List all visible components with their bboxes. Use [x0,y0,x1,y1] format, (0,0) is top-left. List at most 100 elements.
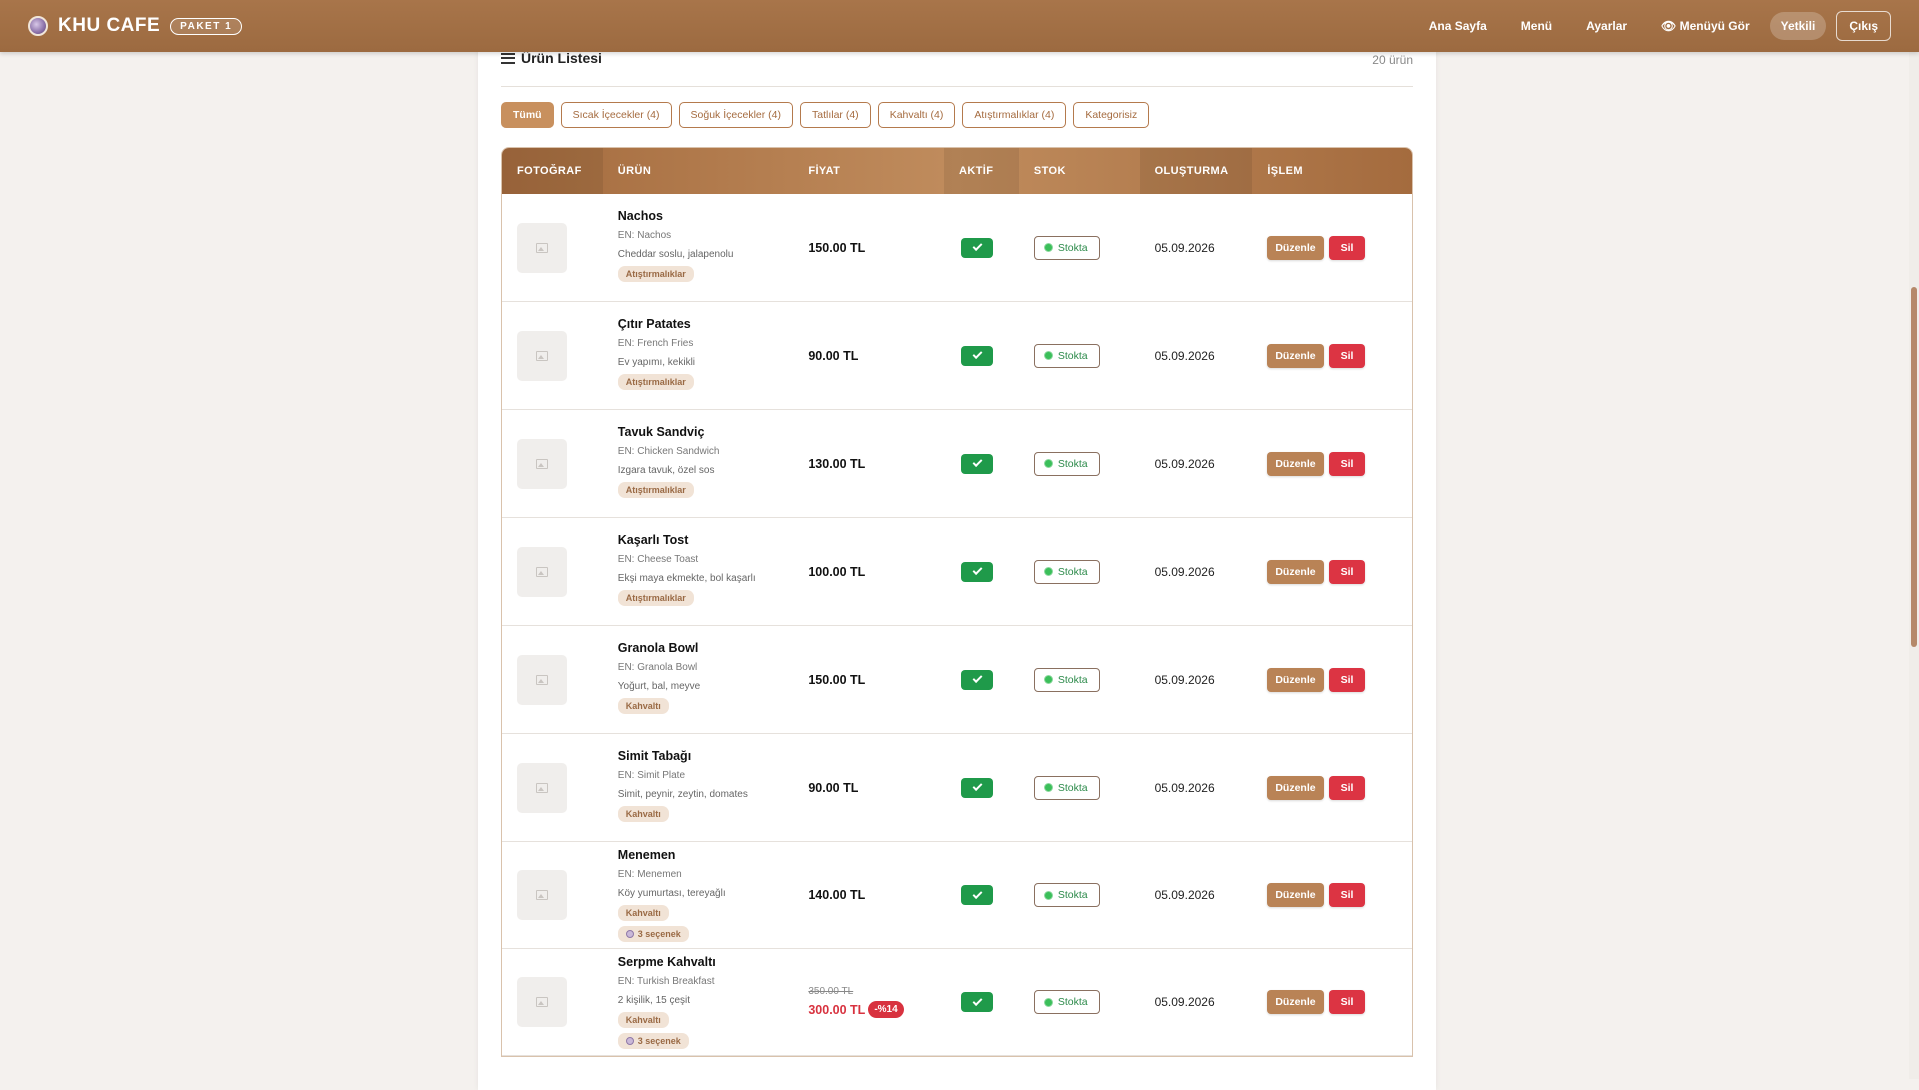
category-tag: Atıştırmalıklar [617,373,694,390]
stock-button[interactable]: Stokta [1033,343,1100,368]
active-cell [944,949,1019,1055]
image-placeholder-icon [536,674,548,685]
stock-button[interactable]: Stokta [1033,883,1100,907]
delete-button[interactable]: Sil [1328,235,1366,260]
product-photo[interactable] [517,654,567,705]
filter-cold-drinks[interactable]: Soğuk İçecekler (4) [678,102,793,128]
nav-home[interactable]: Ana Sayfa [1415,13,1501,39]
edit-button[interactable]: Düzenle [1267,883,1324,907]
delete-button[interactable]: Sil [1328,883,1366,907]
edit-button[interactable]: Düzenle [1267,667,1324,692]
product-photo[interactable] [517,870,567,920]
price: 90.00 TL [808,780,859,795]
delete-button[interactable]: Sil [1328,775,1366,800]
role-badge[interactable]: Yetkili [1769,12,1827,40]
product-english-name: EN: French Fries [617,337,694,349]
stock-cell: Stokta [1019,949,1140,1055]
photo-cell [502,626,603,733]
product-photo[interactable] [517,977,567,1027]
delete-button[interactable]: Sil [1328,559,1366,584]
actions-cell: Düzenle Sil [1252,410,1412,517]
filter-breakfast[interactable]: Kahvaltı (4) [877,102,956,128]
price: 140.00 TL [808,888,866,902]
stock-label: Stokta [1057,996,1088,1008]
active-toggle[interactable] [961,345,993,366]
active-toggle[interactable] [961,777,993,798]
active-toggle[interactable] [961,237,993,258]
date-cell: 05.09.2026 [1140,518,1253,625]
product-name: Serpme Kahvaltı [617,955,716,969]
nav-settings[interactable]: Ayarlar [1572,13,1641,39]
actions-cell: Düzenle Sil [1252,518,1412,625]
active-toggle[interactable] [961,669,993,690]
actions-cell: Düzenle Sil [1252,842,1412,948]
product-english-name: EN: Menemen [617,869,682,880]
stock-cell: Stokta [1019,194,1140,301]
stock-button[interactable]: Stokta [1033,990,1100,1014]
brand[interactable]: KHU CAFE PAKET 1 [28,15,243,37]
active-cell [944,626,1019,733]
stock-cell: Stokta [1019,518,1140,625]
delete-button[interactable]: Sil [1328,990,1366,1014]
filter-uncategorized[interactable]: Kategorisiz [1073,102,1150,128]
stock-status-dot-icon [1043,459,1053,468]
product-name: Tavuk Sandviç [617,424,705,439]
col-stock: STOK [1033,165,1066,177]
filter-all[interactable]: Tümü [501,102,554,128]
filter-hot-drinks[interactable]: Sıcak İçecekler (4) [560,102,672,128]
product-photo[interactable] [517,546,567,597]
options-badge[interactable]: 3 seçenek [617,1033,689,1049]
active-toggle[interactable] [961,992,993,1012]
delete-button[interactable]: Sil [1328,667,1366,692]
created-date: 05.09.2026 [1154,888,1215,902]
filter-snacks[interactable]: Atıştırmalıklar (4) [962,102,1067,128]
edit-button[interactable]: Düzenle [1267,775,1324,800]
product-photo[interactable] [517,222,567,273]
product-photo[interactable] [517,438,567,489]
stock-cell: Stokta [1019,842,1140,948]
product-photo[interactable] [517,330,567,381]
logout-button[interactable]: Çıkış [1836,11,1891,41]
delete-button[interactable]: Sil [1328,451,1366,476]
filter-desserts[interactable]: Tatlılar (4) [800,102,871,128]
nav-view-menu[interactable]: 👁 Menüyü Gör [1647,13,1764,39]
photo-cell [502,949,603,1055]
options-label: 3 seçenek [637,929,681,939]
product-cell: Kaşarlı Tost EN: Cheese Toast Ekşi maya … [603,518,794,625]
stock-cell: Stokta [1019,410,1140,517]
price-cell: 100.00 TL [793,518,944,625]
created-date: 05.09.2026 [1154,456,1215,471]
options-badge[interactable]: 3 seçenek [617,926,689,942]
product-name: Menemen [617,848,676,862]
table-row: Granola Bowl EN: Granola Bowl Yoğurt, ba… [502,626,1412,734]
actions-cell: Düzenle Sil [1252,734,1412,841]
photo-cell [502,842,603,948]
stock-button[interactable]: Stokta [1033,775,1100,800]
edit-button[interactable]: Düzenle [1267,235,1324,260]
image-placeholder-icon [536,782,548,793]
stock-button[interactable]: Stokta [1033,235,1100,260]
nav-menu[interactable]: Menü [1507,13,1566,39]
stock-status-dot-icon [1043,890,1053,900]
stock-button[interactable]: Stokta [1033,559,1100,584]
scrollbar-thumb[interactable] [1911,287,1917,647]
product-photo[interactable] [517,762,567,813]
active-toggle[interactable] [961,885,993,905]
category-tag: Kahvaltı [617,1012,669,1028]
delete-button[interactable]: Sil [1328,343,1366,368]
photo-cell [502,194,603,301]
page-scrollbar[interactable] [1909,52,1919,1079]
edit-button[interactable]: Düzenle [1267,343,1324,368]
created-date: 05.09.2026 [1154,564,1215,579]
edit-button[interactable]: Düzenle [1267,559,1324,584]
edit-button[interactable]: Düzenle [1267,990,1324,1014]
stock-button[interactable]: Stokta [1033,667,1100,692]
active-toggle[interactable] [961,561,993,582]
actions-cell: Düzenle Sil [1252,949,1412,1055]
stock-button[interactable]: Stokta [1033,451,1100,476]
product-description: Köy yumurtası, tereyağlı [617,888,726,899]
price-cell: 150.00 TL [793,626,944,733]
category-tag: Kahvaltı [617,905,669,921]
edit-button[interactable]: Düzenle [1267,451,1324,476]
active-toggle[interactable] [961,453,993,474]
